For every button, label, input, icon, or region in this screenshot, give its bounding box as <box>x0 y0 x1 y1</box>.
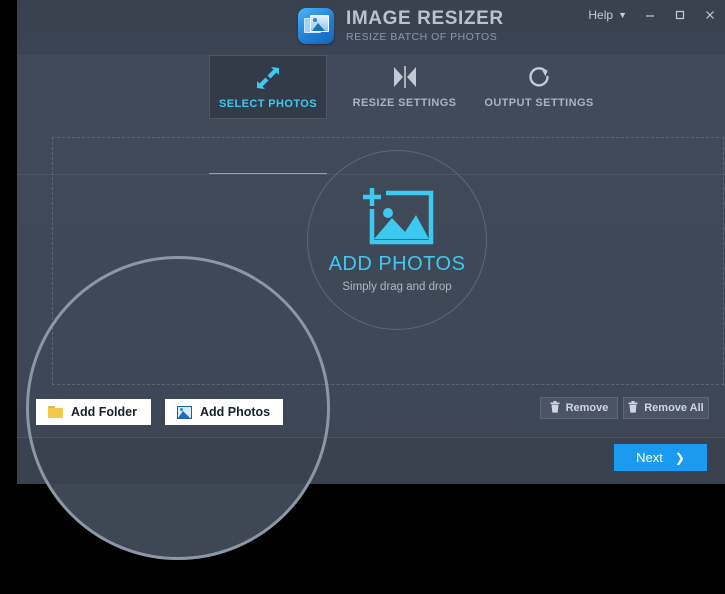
action-row: Add Folder Add Photos Remove <box>17 385 725 437</box>
add-photos-label: Add Photos <box>200 405 270 419</box>
bowtie-resize-icon <box>391 64 419 90</box>
photo-icon <box>177 406 192 419</box>
remove-label: Remove <box>566 402 609 414</box>
help-menu-button[interactable]: Help ▼ <box>580 0 635 30</box>
help-label: Help <box>588 8 613 22</box>
next-label: Next <box>636 450 663 465</box>
trash-icon <box>550 401 560 416</box>
add-folder-button[interactable]: Add Folder <box>36 399 151 425</box>
close-icon[interactable] <box>695 0 725 30</box>
app-subtitle: RESIZE BATCH OF PHOTOS <box>346 32 504 43</box>
title-bar: IMAGE RESIZER RESIZE BATCH OF PHOTOS Hel… <box>17 0 725 55</box>
resize-arrows-icon <box>255 65 281 91</box>
app-window: IMAGE RESIZER RESIZE BATCH OF PHOTOS Hel… <box>17 0 725 484</box>
add-image-plus-icon <box>359 187 435 245</box>
footer: Next ❯ <box>17 438 725 484</box>
window-controls: Help ▼ <box>580 0 725 30</box>
tab-select-photos[interactable]: SELECT PHOTOS <box>209 55 327 119</box>
add-photos-title: ADD PHOTOS <box>329 253 466 276</box>
next-button[interactable]: Next ❯ <box>614 444 707 471</box>
add-photos-button[interactable]: Add Photos <box>165 399 283 425</box>
tab-label: OUTPUT SETTINGS <box>484 97 593 109</box>
tab-label: RESIZE SETTINGS <box>353 97 457 109</box>
add-folder-label: Add Folder <box>71 405 137 419</box>
app-title: IMAGE RESIZER <box>346 9 504 28</box>
add-photos-hint: Simply drag and drop <box>342 281 451 293</box>
minimize-icon[interactable] <box>635 0 665 30</box>
folder-icon <box>48 406 63 418</box>
remove-all-button[interactable]: Remove All <box>623 397 709 419</box>
chevron-right-icon: ❯ <box>675 451 685 465</box>
remove-all-label: Remove All <box>644 402 704 414</box>
image-resizer-logo-icon <box>298 8 334 44</box>
chevron-down-icon: ▼ <box>618 11 627 20</box>
tab-output-settings[interactable]: OUTPUT SETTINGS <box>479 55 599 118</box>
brand: IMAGE RESIZER RESIZE BATCH OF PHOTOS <box>298 8 504 44</box>
add-photos-dropzone-button[interactable]: ADD PHOTOS Simply drag and drop <box>307 150 487 330</box>
remove-button[interactable]: Remove <box>540 397 618 419</box>
tab-label: SELECT PHOTOS <box>219 98 317 110</box>
trash-icon <box>628 401 638 416</box>
tab-bar: SELECT PHOTOS RESIZE SETTINGS OUTPUT SET… <box>17 55 725 120</box>
refresh-circle-icon <box>527 64 551 90</box>
maximize-icon[interactable] <box>665 0 695 30</box>
tab-resize-settings[interactable]: RESIZE SETTINGS <box>347 55 462 118</box>
